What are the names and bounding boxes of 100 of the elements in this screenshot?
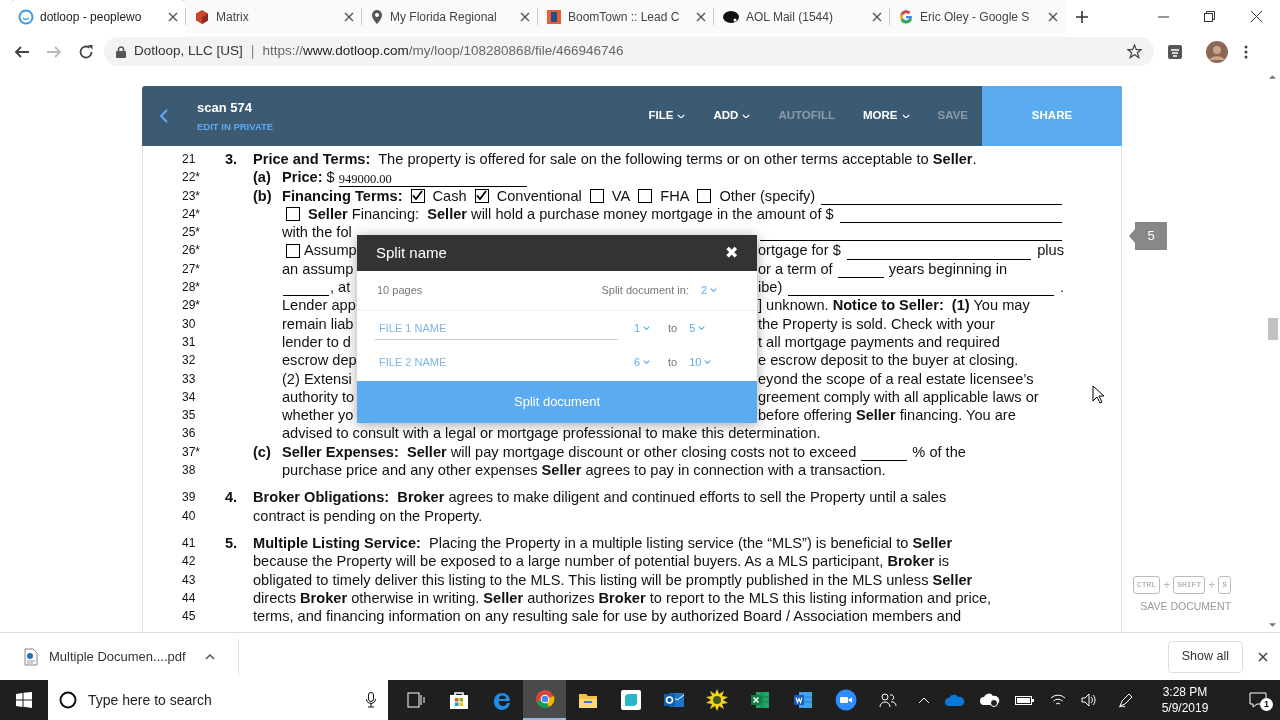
window-panes-icon[interactable] <box>406 692 425 708</box>
document-text: escrow dep <box>282 351 357 370</box>
document-text: Seller Financing: Seller will hold a purchase money mortgage in the amount of $ <box>308 204 834 224</box>
document-text: , at <box>330 278 351 297</box>
line-number: 38 <box>182 462 197 480</box>
wifi-icon[interactable] <box>1050 693 1066 707</box>
circle-segments-icon[interactable] <box>534 689 555 709</box>
notification-button[interactable]: 1 <box>1236 680 1280 720</box>
document-text: because the Property will be exposed to a large number of potential buyers. As a MLS participant, Broker is <box>253 552 950 571</box>
url-text: https://www.dotloop.com/my/loop/108280868/file/466946746 <box>262 42 624 61</box>
swirl-icon[interactable] <box>491 690 512 710</box>
browser-tab[interactable]: BoomTown :: Lead C <box>538 0 714 33</box>
chat-bubble-icon <box>1249 692 1267 708</box>
search-field[interactable]: Type here to search <box>88 689 355 711</box>
battery-icon[interactable] <box>1015 694 1035 706</box>
ring-icon <box>18 8 34 25</box>
close-icon[interactable] <box>168 11 178 22</box>
spreadsheet-icon[interactable] <box>749 690 770 710</box>
browser-tab[interactable]: AOL Mail (1544) <box>714 0 890 33</box>
file-name-field[interactable]: FILE 1 NAME <box>375 316 618 340</box>
browser-tab[interactable]: Matrix <box>186 0 362 33</box>
close-button[interactable]: ✖ <box>725 241 738 265</box>
line-number: 39 <box>182 489 197 507</box>
pen-icon[interactable] <box>1118 692 1134 708</box>
close-icon[interactable] <box>520 11 530 22</box>
scroll-down-arrow-icon[interactable] <box>1269 623 1276 627</box>
line-number: 27* <box>182 260 202 278</box>
chevron-down-icon <box>643 359 651 365</box>
document-text: Assump <box>304 241 357 260</box>
document-icon[interactable] <box>792 690 813 710</box>
close-icon[interactable] <box>1048 11 1058 22</box>
clause-number: (a) <box>253 168 272 187</box>
show-all-button[interactable]: Show all <box>1167 640 1243 673</box>
line-number: 31 <box>182 333 197 351</box>
document-text: Price: $ <box>282 168 335 187</box>
clause-number: (b) <box>253 186 273 205</box>
back-arrow-icon[interactable] <box>14 43 30 60</box>
menu-button[interactable]: FILE <box>648 107 686 125</box>
close-icon[interactable] <box>1251 11 1262 22</box>
clause-number: (c) <box>253 442 272 462</box>
search-box[interactable]: Type here to search <box>48 680 388 720</box>
avatar-icon[interactable] <box>1206 40 1228 63</box>
split-label: Split document in: <box>601 283 689 299</box>
clause-number: 4. <box>225 488 239 507</box>
windows-logo-icon[interactable] <box>16 692 32 708</box>
new-tab-icon[interactable] <box>1075 9 1089 24</box>
document-text: plus <box>1037 241 1064 260</box>
document-title: scan 574 <box>197 98 253 117</box>
line-number: 43 <box>182 571 197 589</box>
browser-tab[interactable]: Eric Oley - Google S <box>890 0 1066 33</box>
line-number: 33 <box>182 370 197 388</box>
menu-button[interactable]: MORE <box>863 107 910 125</box>
document-text: directs Broker otherwise in writing. Seller authorizes Broker to report to the MLS this listing information and price, <box>253 588 992 608</box>
menu-button[interactable]: ADD <box>713 107 751 125</box>
microphone-icon[interactable] <box>366 692 376 708</box>
reload-icon[interactable] <box>78 43 94 60</box>
back-chevron-icon[interactable] <box>159 109 168 123</box>
restore-icon[interactable] <box>1204 11 1215 22</box>
speaker-icon[interactable] <box>1081 693 1097 707</box>
close-icon[interactable] <box>1258 651 1268 662</box>
file-name-field[interactable]: FILE 2 NAME <box>375 350 618 374</box>
scroll-up-arrow-icon[interactable] <box>1269 75 1276 79</box>
line-number: 36 <box>182 425 197 443</box>
download-filename[interactable]: Multiple Documen....pdf <box>49 646 186 667</box>
clock-date[interactable]: 5/9/2019 <box>1161 700 1209 716</box>
document-text: advised to consult with a legal or mortgage professional to make this determination. <box>282 424 821 443</box>
address-bar[interactable]: Dotloop, LLC [US] | https://www.dotloop.com/my/loop/108280868/file/466946746 <box>104 37 1154 66</box>
key-cap: SHIFT <box>1173 576 1206 594</box>
extension-icon[interactable] <box>1167 43 1183 60</box>
clock-time[interactable]: 3:28 PM <box>1162 684 1208 700</box>
close-icon[interactable] <box>696 11 706 22</box>
pin-icon <box>370 8 384 25</box>
sun-icon[interactable] <box>705 689 728 711</box>
mouse-cursor-icon <box>1092 385 1105 404</box>
document-text: ortgage for $ <box>758 241 841 260</box>
scroll-thumb[interactable] <box>1267 318 1278 340</box>
document-text: before offering Seller financing. You are <box>758 406 1016 425</box>
people-icon[interactable] <box>879 692 897 708</box>
more-menu-icon[interactable] <box>1244 44 1248 59</box>
tile-icon[interactable] <box>620 690 641 710</box>
star-icon[interactable] <box>1127 44 1142 59</box>
folder-icon[interactable] <box>577 691 598 709</box>
document-text: greement comply with all applicable laws or <box>758 387 1039 407</box>
video-camera-icon[interactable] <box>834 689 857 711</box>
line-number: 41 <box>182 534 197 552</box>
caret-up-icon[interactable] <box>204 653 215 660</box>
close-icon[interactable] <box>344 11 354 22</box>
cloud-sync-icon[interactable] <box>980 693 1000 707</box>
chevron-up-icon[interactable] <box>918 696 930 704</box>
browser-tab[interactable]: My Florida Regional <box>362 0 538 33</box>
envelope-icon[interactable] <box>662 690 685 710</box>
document-text: Conventional <box>496 186 582 205</box>
cloud-icon[interactable] <box>945 694 965 706</box>
notification-count: 1 <box>1260 698 1273 711</box>
plus-sign: + <box>1163 577 1171 594</box>
close-icon[interactable] <box>872 11 882 22</box>
chevron-down-icon <box>704 359 712 365</box>
shopping-bag-icon[interactable] <box>448 690 469 710</box>
lock-icon <box>116 45 126 58</box>
document-text: Lender app <box>282 296 356 315</box>
